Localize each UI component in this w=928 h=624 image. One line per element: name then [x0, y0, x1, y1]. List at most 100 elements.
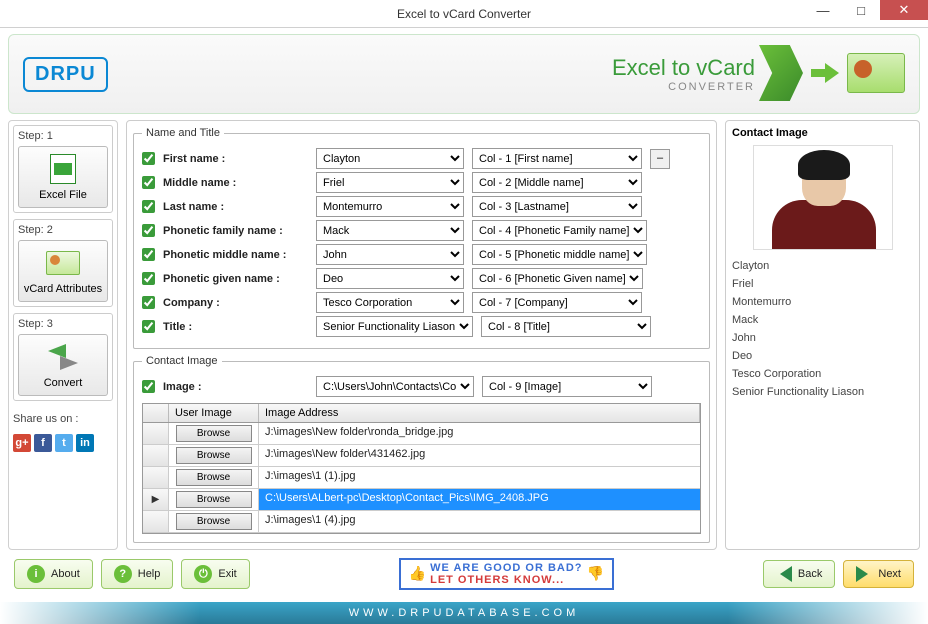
next-button[interactable]: Next	[843, 560, 914, 588]
row-header-corner	[143, 404, 169, 422]
rate-line1: WE ARE GOOD OR BAD?	[430, 562, 582, 574]
field-checkbox[interactable]	[142, 152, 155, 165]
vcard-attributes-button[interactable]: vCard Attributes	[18, 240, 108, 302]
table-row[interactable]: BrowseJ:\images\1 (4).jpg	[143, 511, 700, 533]
browse-cell: Browse	[169, 423, 259, 444]
linkedin-icon[interactable]: in	[76, 434, 94, 452]
image-value-select[interactable]: C:\Users\John\Contacts\Co	[316, 376, 474, 397]
field-col-select[interactable]: Col - 8 [Title]	[481, 316, 651, 337]
preview-value: Clayton	[732, 260, 913, 272]
step3-group: Step: 3 Convert	[13, 313, 113, 401]
collapse-button[interactable]: –	[650, 149, 670, 169]
field-checkbox[interactable]	[142, 272, 155, 285]
steps-panel: Step: 1 Excel File Step: 2 vCard Attribu…	[8, 120, 118, 550]
vcard-attributes-icon	[46, 251, 80, 275]
field-label: Phonetic middle name :	[163, 249, 308, 261]
about-button[interactable]: iAbout	[14, 559, 93, 589]
banner-icons	[759, 45, 905, 101]
field-label: Phonetic given name :	[163, 273, 308, 285]
back-button[interactable]: Back	[763, 560, 835, 588]
step2-btn-label: vCard Attributes	[24, 283, 102, 295]
field-value-select[interactable]: Senior Functionality Liason	[316, 316, 473, 337]
browse-cell: Browse	[169, 467, 259, 488]
step1-group: Step: 1 Excel File	[13, 125, 113, 213]
col-user-image: User Image	[169, 404, 259, 422]
image-checkbox[interactable]	[142, 380, 155, 393]
field-checkbox[interactable]	[142, 296, 155, 309]
field-value-select[interactable]: John	[316, 244, 464, 265]
gplus-icon[interactable]: g+	[13, 434, 31, 452]
thumb-down-icon: 👎	[587, 566, 604, 581]
rate-box[interactable]: 👍 WE ARE GOOD OR BAD? LET OTHERS KNOW...…	[399, 558, 614, 590]
field-col-select[interactable]: Col - 3 [Lastname]	[472, 196, 642, 217]
field-label: Last name :	[163, 201, 308, 213]
table-row[interactable]: Browse J:\images\New folder\ronda_bridge.…	[143, 423, 700, 445]
preview-value: Senior Functionality Liason	[732, 386, 913, 398]
field-col-select[interactable]: Col - 4 [Phonetic Family name]	[472, 220, 647, 241]
field-col-select[interactable]: Col - 2 [Middle name]	[472, 172, 642, 193]
field-checkbox[interactable]	[142, 224, 155, 237]
field-value-select[interactable]: Mack	[316, 220, 464, 241]
preview-panel: Contact Image ClaytonFrielMontemurroMack…	[725, 120, 920, 550]
preview-list: ClaytonFrielMontemurroMackJohnDeoTesco C…	[732, 260, 913, 398]
field-label: Middle name :	[163, 177, 308, 189]
facebook-icon[interactable]: f	[34, 434, 52, 452]
browse-button[interactable]: Browse	[176, 491, 252, 508]
help-button[interactable]: ?Help	[101, 559, 174, 589]
close-button[interactable]: ✕	[880, 0, 928, 20]
step1-label: Step: 1	[18, 130, 108, 142]
field-checkbox[interactable]	[142, 248, 155, 261]
table-row[interactable]: ▶BrowseC:\Users\ALbert-pc\Desktop\Contac…	[143, 489, 700, 511]
field-checkbox[interactable]	[142, 200, 155, 213]
field-label: First name :	[163, 153, 308, 165]
table-row[interactable]: Browse J:\images\New folder\431462.jpg	[143, 445, 700, 467]
preview-label: Contact Image	[732, 127, 913, 139]
image-address-cell: J:\images\New folder\ronda_bridge.jpg	[259, 423, 700, 444]
field-row: Middle name : Friel Col - 2 [Middle name]	[142, 172, 701, 193]
image-col-select[interactable]: Col - 9 [Image]	[482, 376, 652, 397]
image-address-cell: J:\images\New folder\431462.jpg	[259, 445, 700, 466]
browse-button[interactable]: Browse	[176, 513, 252, 530]
minimize-button[interactable]: —	[804, 0, 842, 20]
field-value-select[interactable]: Montemurro	[316, 196, 464, 217]
convert-button[interactable]: Convert	[18, 334, 108, 396]
contact-image-legend: Contact Image	[142, 355, 222, 367]
browse-button[interactable]: Browse	[176, 425, 252, 442]
name-title-legend: Name and Title	[142, 127, 224, 139]
back-label: Back	[798, 568, 822, 580]
vcard-icon	[847, 53, 905, 93]
excel-x-icon	[759, 45, 803, 101]
preview-value: Tesco Corporation	[732, 368, 913, 380]
twitter-icon[interactable]: t	[55, 434, 73, 452]
field-col-select[interactable]: Col - 6 [Phonetic Given name]	[472, 268, 643, 289]
field-col-select[interactable]: Col - 7 [Company]	[472, 292, 642, 313]
image-label: Image :	[163, 381, 308, 393]
field-value-select[interactable]: Clayton	[316, 148, 464, 169]
row-indicator	[143, 423, 169, 444]
field-row: Title :Senior Functionality LiasonCol - …	[142, 316, 701, 337]
field-checkbox[interactable]	[142, 320, 155, 333]
field-checkbox[interactable]	[142, 176, 155, 189]
field-value-select[interactable]: Tesco Corporation	[316, 292, 464, 313]
url-strip: WWW.DRPUDATABASE.COM	[0, 602, 928, 624]
table-row[interactable]: BrowseJ:\images\1 (1).jpg	[143, 467, 700, 489]
contact-image-fieldset: Contact Image Image : C:\Users\John\Cont…	[133, 355, 710, 543]
browse-button[interactable]: Browse	[176, 469, 252, 486]
browse-button[interactable]: Browse	[176, 447, 252, 464]
field-col-select[interactable]: Col - 1 [First name]	[472, 148, 642, 169]
step3-btn-label: Convert	[44, 377, 83, 389]
row-indicator	[143, 511, 169, 532]
share-label: Share us on :	[13, 413, 113, 425]
help-label: Help	[138, 568, 161, 580]
exit-button[interactable]: ⏻Exit	[181, 559, 249, 589]
field-value-select[interactable]: Deo	[316, 268, 464, 289]
field-col-select[interactable]: Col - 5 [Phonetic middle name]	[472, 244, 647, 265]
about-label: About	[51, 568, 80, 580]
power-icon: ⏻	[194, 565, 212, 583]
arrow-left-icon	[776, 566, 792, 582]
field-row: Company :Tesco CorporationCol - 7 [Compa…	[142, 292, 701, 313]
maximize-button[interactable]: □	[842, 0, 880, 20]
excel-file-button[interactable]: Excel File	[18, 146, 108, 208]
field-value-select[interactable]: Friel	[316, 172, 464, 193]
field-label: Phonetic family name :	[163, 225, 308, 237]
